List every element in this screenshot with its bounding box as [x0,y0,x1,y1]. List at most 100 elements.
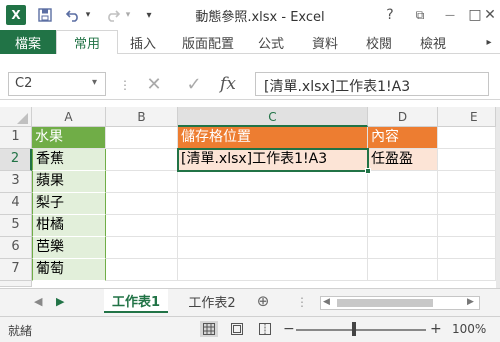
page-break-view-icon[interactable] [256,321,274,337]
tab-data[interactable]: 資料 [302,30,348,54]
cell-c5[interactable] [178,215,368,237]
cell-a6[interactable]: 芭樂 [32,237,106,259]
worksheet-grid: A B C D E 1 2 3 4 5 6 7 水果 香蕉 蘋果 梨子 柑橘 芭… [0,107,496,287]
horizontal-scrollbar[interactable]: ◀ ▶ [320,296,480,310]
cell-a3[interactable]: 蘋果 [32,171,106,193]
row-header-8[interactable] [0,281,32,287]
scroll-left-icon[interactable]: ◀ [323,297,330,307]
status-text: 就緒 [8,324,33,338]
formula-input[interactable]: [清單.xlsx]工作表1!A3 [255,72,489,96]
vertical-scrollbar[interactable] [496,107,500,288]
tab-review[interactable]: 校閱 [356,30,402,54]
formula-bar: C2 ▾ ⋮ ✕ ✓ fx [清單.xlsx]工作表1!A3 [0,54,500,100]
cell-a1[interactable]: 水果 [32,127,106,149]
redo-dropdown-icon[interactable]: ▾ [122,4,134,26]
cancel-icon[interactable]: ✕ [140,73,168,95]
scroll-thumb[interactable] [337,299,433,307]
cell-e1[interactable] [438,127,496,149]
tab-page-layout[interactable]: 版面配置 [172,30,244,54]
cell-b5[interactable] [106,215,178,237]
cell-c4[interactable] [178,193,368,215]
cell-d7[interactable] [368,259,438,281]
cell-c1[interactable]: 儲存格位置 [178,127,368,149]
cell-d2[interactable]: 任盈盈 [368,149,438,171]
column-header-a[interactable]: A [32,107,106,127]
cell-d6[interactable] [368,237,438,259]
name-box-dropdown-icon[interactable]: ▾ [92,77,97,88]
row-header-7[interactable]: 7 [0,259,32,281]
cell-e2[interactable] [438,149,496,171]
cell-e6[interactable] [438,237,496,259]
prev-sheet-icon[interactable]: ◀ [34,295,42,308]
redo-icon[interactable] [102,4,124,26]
zoom-level[interactable]: 100% [452,322,486,336]
sheet-tab-2[interactable]: 工作表2 [180,289,244,313]
tab-file[interactable]: 檔案 [0,30,56,54]
column-header-b[interactable]: B [106,107,178,127]
cell-e5[interactable] [438,215,496,237]
insert-function-icon[interactable]: fx [214,73,242,95]
cell-b3[interactable] [106,171,178,193]
cell-b1[interactable] [106,127,178,149]
page-layout-view-icon[interactable] [228,321,246,337]
cell-a4[interactable]: 梨子 [32,193,106,215]
cell-d4[interactable] [368,193,438,215]
excel-logo-icon: X [6,5,26,25]
cell-c3[interactable] [178,171,368,193]
close-button[interactable]: ✕ [480,0,500,30]
row-header-1[interactable]: 1 [0,127,32,149]
row-header-4[interactable]: 4 [0,193,32,215]
tab-home[interactable]: 常用 [56,30,118,55]
cell-d1[interactable]: 內容 [368,127,438,149]
formula-bar-grip-icon[interactable]: ⋮ [119,78,131,92]
row-header-6[interactable]: 6 [0,237,32,259]
zoom-slider-thumb[interactable] [352,322,356,336]
cell-c7[interactable] [178,259,368,281]
row-header-3[interactable]: 3 [0,171,32,193]
cell-d5[interactable] [368,215,438,237]
cell-c6[interactable] [178,237,368,259]
save-icon[interactable] [34,4,56,26]
status-bar: 就緒 − + 100% [0,316,500,342]
tab-insert[interactable]: 插入 [120,30,166,54]
cell-e4[interactable] [438,193,496,215]
fill-handle[interactable] [365,168,371,174]
tab-split-grip[interactable]: ⋮ [296,295,308,309]
cell-e3[interactable] [438,171,496,193]
scroll-right-icon[interactable]: ▶ [467,297,474,307]
sheet-tab-1[interactable]: 工作表1 [104,289,168,313]
ribbon-tabs: 檔案 常用 插入 版面配置 公式 資料 校閱 檢視 ▸ [0,30,500,55]
cell-a7[interactable]: 葡萄 [32,259,106,281]
cell-b4[interactable] [106,193,178,215]
zoom-in-button[interactable]: + [430,321,442,337]
normal-view-icon[interactable] [200,321,218,337]
tab-view[interactable]: 檢視 [410,30,456,54]
column-header-c[interactable]: C [178,107,368,127]
window-title: 動態參照.xlsx - Excel [195,10,325,25]
help-button[interactable]: ? [375,0,405,30]
ribbon-display-options-icon[interactable]: ⧉ [405,0,435,30]
row-header-2[interactable]: 2 [0,149,32,171]
cell-b7[interactable] [106,259,178,281]
next-sheet-icon[interactable]: ▶ [56,295,64,308]
sheet-tab-bar: ◀ ▶ 工作表1 工作表2 ⊕ ⋮ ◀ ▶ [0,288,500,316]
undo-dropdown-icon[interactable]: ▾ [82,4,94,26]
column-header-e[interactable]: E [438,107,496,127]
cell-e7[interactable] [438,259,496,281]
enter-icon[interactable]: ✓ [180,73,208,95]
add-sheet-icon[interactable]: ⊕ [252,289,274,313]
select-all-corner[interactable] [0,107,32,127]
title-bar: X ▾ ▾ ▾ 動態參照.xlsx - Excel ? ⧉ — □ ✕ [0,0,500,30]
undo-icon[interactable] [62,4,84,26]
column-header-d[interactable]: D [368,107,438,127]
zoom-out-button[interactable]: − [283,321,295,337]
cell-a2[interactable]: 香蕉 [32,149,106,171]
cell-d3[interactable] [368,171,438,193]
cell-b2[interactable] [106,149,178,171]
zoom-slider[interactable] [296,329,426,331]
cell-b6[interactable] [106,237,178,259]
ribbon-more-icon[interactable]: ▸ [480,30,498,54]
tab-formulas[interactable]: 公式 [248,30,294,54]
row-header-5[interactable]: 5 [0,215,32,237]
cell-a5[interactable]: 柑橘 [32,215,106,237]
